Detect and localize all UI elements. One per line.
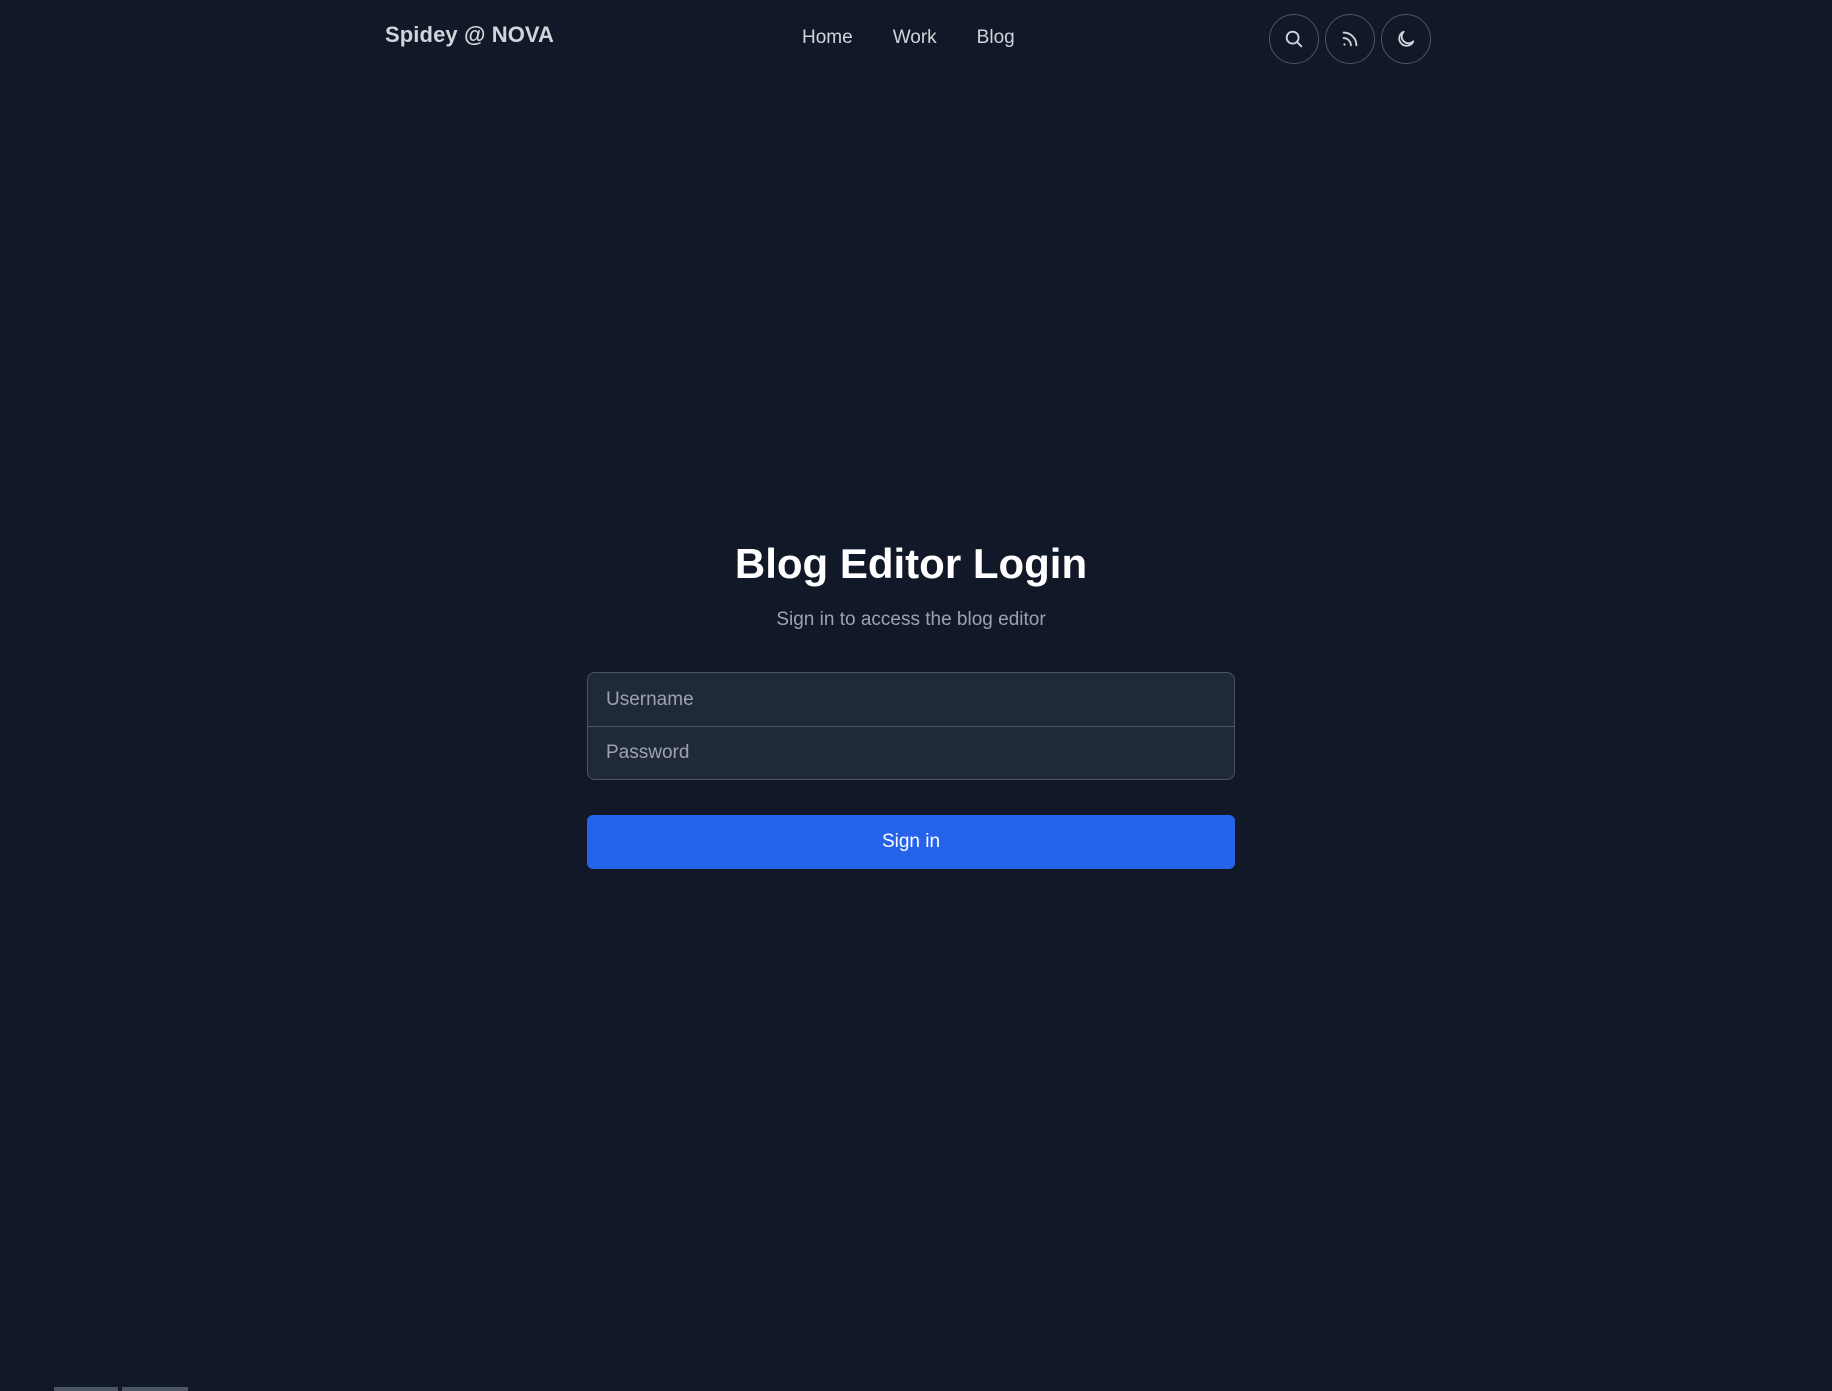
password-field[interactable] (606, 742, 1234, 764)
password-field-wrapper (588, 726, 1234, 779)
scrollbar-segment-right[interactable] (122, 1387, 188, 1391)
credentials-group (587, 672, 1235, 780)
header-icon-buttons (1269, 14, 1431, 64)
theme-toggle-button[interactable] (1381, 14, 1431, 64)
username-field[interactable] (606, 688, 1234, 711)
main-nav: Home Work Blog (802, 26, 1015, 50)
login-panel: Blog Editor Login Sign in to access the … (587, 538, 1235, 869)
rss-icon (1342, 31, 1358, 47)
site-header: Spidey @ NOVA Home Work Blog (0, 0, 1832, 80)
search-icon (1285, 30, 1303, 48)
rss-button[interactable] (1325, 14, 1375, 64)
sign-in-button[interactable]: Sign in (587, 815, 1235, 869)
site-brand[interactable]: Spidey @ NOVA (385, 22, 554, 48)
moon-icon (1398, 30, 1415, 47)
nav-item-home[interactable]: Home (802, 26, 853, 50)
username-field-wrapper (588, 673, 1234, 726)
page-subtitle: Sign in to access the blog editor (776, 609, 1046, 630)
nav-item-work[interactable]: Work (893, 26, 937, 50)
nav-item-blog[interactable]: Blog (977, 26, 1015, 50)
scrollbar-segment-left[interactable] (54, 1387, 118, 1391)
search-button[interactable] (1269, 14, 1319, 64)
page-title: Blog Editor Login (734, 540, 1088, 587)
